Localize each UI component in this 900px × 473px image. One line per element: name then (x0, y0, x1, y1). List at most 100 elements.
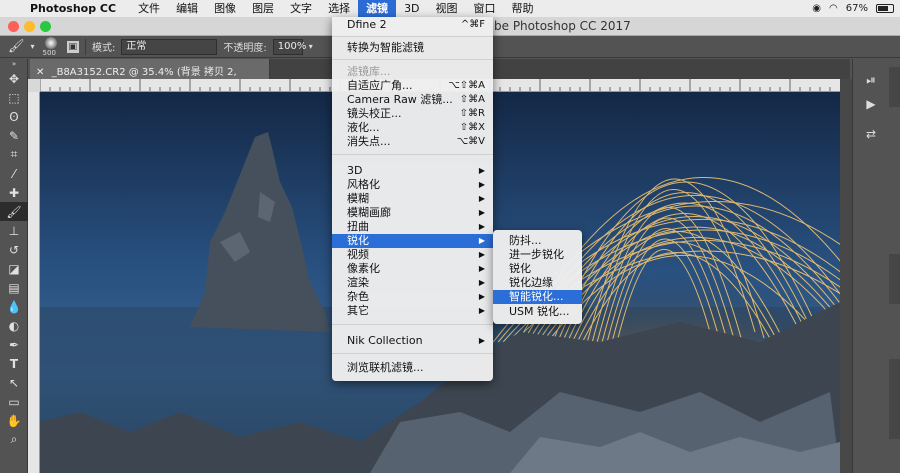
menu-item-label: 锐化 (347, 234, 369, 247)
shortcut-label: ⇧⌘R (459, 108, 485, 119)
wechat-icon[interactable]: ◉ (812, 3, 821, 14)
battery-icon[interactable] (876, 4, 894, 13)
panel-collapse-strip[interactable] (889, 359, 900, 439)
document-tab[interactable]: ✕ _B8A3152.CR2 @ 35.4% (背景 拷贝 2, RGB/16*… (30, 59, 270, 89)
close-window-button[interactable] (8, 21, 19, 32)
path-select-tool-icon[interactable]: ↖ (0, 373, 28, 392)
brush-tool-icon[interactable]: 🖌 (8, 39, 25, 54)
brush-tool-icon[interactable]: 🖌 (0, 202, 28, 221)
submenu-blur[interactable]: 模糊 ▶ (332, 192, 493, 206)
play-action-icon[interactable]: ▶ (863, 97, 879, 113)
close-tab-icon[interactable]: ✕ (36, 67, 44, 78)
menu-item-label: Camera Raw 滤镜... (347, 93, 453, 106)
shake-reduction-item[interactable]: 防抖... (493, 234, 582, 248)
chevron-down-icon[interactable]: ▾ (309, 42, 313, 51)
menu-3d[interactable]: 3D (396, 0, 427, 17)
submenu-video[interactable]: 视频 ▶ (332, 248, 493, 262)
brush-preset-picker[interactable]: 500 (41, 36, 61, 57)
move-tool-icon[interactable]: ✥ (0, 69, 28, 88)
submenu-3d[interactable]: 3D ▶ (332, 164, 493, 178)
healing-brush-tool-icon[interactable]: ✚ (0, 183, 28, 202)
liquify-item[interactable]: 液化... ⇧⌘X (332, 121, 493, 135)
collapse-toolbar-icon[interactable]: » (0, 59, 28, 69)
vertical-scrollbar[interactable] (840, 79, 852, 473)
dodge-tool-icon[interactable]: ◐ (0, 316, 28, 335)
eyedropper-tool-icon[interactable]: ⁄ (0, 164, 28, 183)
mode-select[interactable]: 正常 (121, 38, 218, 55)
sharpen-more-item[interactable]: 进一步锐化 (493, 248, 582, 262)
browse-online-filters-item[interactable]: 浏览联机滤镜... (332, 361, 493, 375)
menu-item-label: 消失点... (347, 135, 391, 148)
brush-settings-icon[interactable]: ▣ (66, 40, 80, 53)
submenu-distort[interactable]: 扭曲 ▶ (332, 220, 493, 234)
sharpen-item[interactable]: 锐化 (493, 262, 582, 276)
menu-item-label: 液化... (347, 121, 380, 134)
menu-layer[interactable]: 图层 (244, 0, 282, 17)
convert-smart-filter-item[interactable]: 转换为智能滤镜 (332, 41, 493, 55)
submenu-render[interactable]: 渲染 ▶ (332, 276, 493, 290)
pen-tool-icon[interactable]: ✒ (0, 335, 28, 354)
submenu-arrow-icon: ▶ (478, 208, 485, 217)
submenu-arrow-icon: ▶ (478, 336, 485, 345)
menu-item-label: 镜头校正... (347, 107, 402, 120)
submenu-nik-collection[interactable]: Nik Collection ▶ (332, 334, 493, 348)
panel-collapse-strip[interactable] (889, 67, 900, 107)
menu-help[interactable]: 帮助 (504, 0, 542, 17)
blur-tool-icon[interactable]: 💧 (0, 297, 28, 316)
menu-edit[interactable]: 编辑 (168, 0, 206, 17)
shortcut-label: ⇧⌘A (459, 94, 485, 105)
submenu-arrow-icon: ▶ (478, 292, 485, 301)
clone-stamp-tool-icon[interactable]: ⊥ (0, 221, 28, 240)
crop-tool-icon[interactable]: ⌗ (0, 145, 28, 164)
tools-panel: » ✥ ⬚ ʘ ✎ ⌗ ⁄ ✚ 🖌 ⊥ ↺ ◪ ▤ 💧 ◐ ✒ T ↖ ▭ ✋ … (0, 59, 28, 473)
lens-correction-item[interactable]: 镜头校正... ⇧⌘R (332, 107, 493, 121)
eraser-tool-icon[interactable]: ◪ (0, 259, 28, 278)
unsharp-mask-item[interactable]: USM 锐化... (493, 305, 582, 319)
smart-sharpen-item[interactable]: 智能锐化... (493, 290, 582, 304)
last-filter-item[interactable]: Dfine 2 ^⌘F (332, 18, 493, 32)
submenu-other[interactable]: 其它 ▶ (332, 304, 493, 318)
panel-collapse-strip[interactable] (889, 254, 900, 304)
type-tool-icon[interactable]: T (0, 354, 28, 373)
submenu-blur-gallery[interactable]: 模糊画廊 ▶ (332, 206, 493, 220)
vanishing-point-item[interactable]: 消失点... ⌥⌘V (332, 135, 493, 149)
menu-image[interactable]: 图像 (206, 0, 244, 17)
menu-view[interactable]: 视图 (428, 0, 466, 17)
submenu-sharpen[interactable]: 锐化 ▶ (332, 234, 493, 248)
menu-type[interactable]: 文字 (282, 0, 320, 17)
submenu-arrow-icon: ▶ (478, 236, 485, 245)
minimize-window-button[interactable] (24, 21, 35, 32)
history-brush-tool-icon[interactable]: ↺ (0, 240, 28, 259)
rectangle-tool-icon[interactable]: ▭ (0, 392, 28, 411)
history-panel-icon[interactable]: ⏯ (863, 73, 879, 89)
opacity-field[interactable]: 100% (272, 38, 306, 55)
quick-select-tool-icon[interactable]: ✎ (0, 126, 28, 145)
sharpen-edges-item[interactable]: 锐化边缘 (493, 276, 582, 290)
properties-panel-icon[interactable]: ⇄ (863, 127, 879, 143)
shortcut-label: ⌥⌘V (456, 136, 485, 147)
hand-tool-icon[interactable]: ✋ (0, 411, 28, 430)
menu-filter[interactable]: 滤镜 (358, 0, 397, 17)
app-menu[interactable]: Photoshop CC (30, 2, 116, 15)
submenu-pixelate[interactable]: 像素化 ▶ (332, 262, 493, 276)
vertical-ruler[interactable] (28, 92, 40, 473)
submenu-stylize[interactable]: 风格化 ▶ (332, 178, 493, 192)
right-panel-dock: ⏯ ▶ ⇄ (852, 59, 900, 473)
chevron-down-icon[interactable]: ▾ (31, 42, 35, 51)
adaptive-wide-angle-item[interactable]: 自适应广角... ⌥⇧⌘A (332, 79, 493, 93)
marquee-tool-icon[interactable]: ⬚ (0, 88, 28, 107)
zoom-window-button[interactable] (40, 21, 51, 32)
macos-menu-bar: Photoshop CC 文件 编辑 图像 图层 文字 选择 滤镜 3D 视图 … (0, 0, 900, 17)
submenu-arrow-icon: ▶ (478, 194, 485, 203)
wifi-icon[interactable]: ◠ (829, 3, 838, 14)
menu-window[interactable]: 窗口 (466, 0, 504, 17)
menu-select[interactable]: 选择 (320, 0, 358, 17)
submenu-arrow-icon: ▶ (478, 278, 485, 287)
zoom-tool-icon[interactable]: ⌕ (0, 430, 28, 449)
menu-file[interactable]: 文件 (130, 0, 168, 17)
lasso-tool-icon[interactable]: ʘ (0, 107, 28, 126)
ruler-origin[interactable] (28, 79, 40, 92)
camera-raw-filter-item[interactable]: Camera Raw 滤镜... ⇧⌘A (332, 93, 493, 107)
submenu-noise[interactable]: 杂色 ▶ (332, 290, 493, 304)
gradient-tool-icon[interactable]: ▤ (0, 278, 28, 297)
